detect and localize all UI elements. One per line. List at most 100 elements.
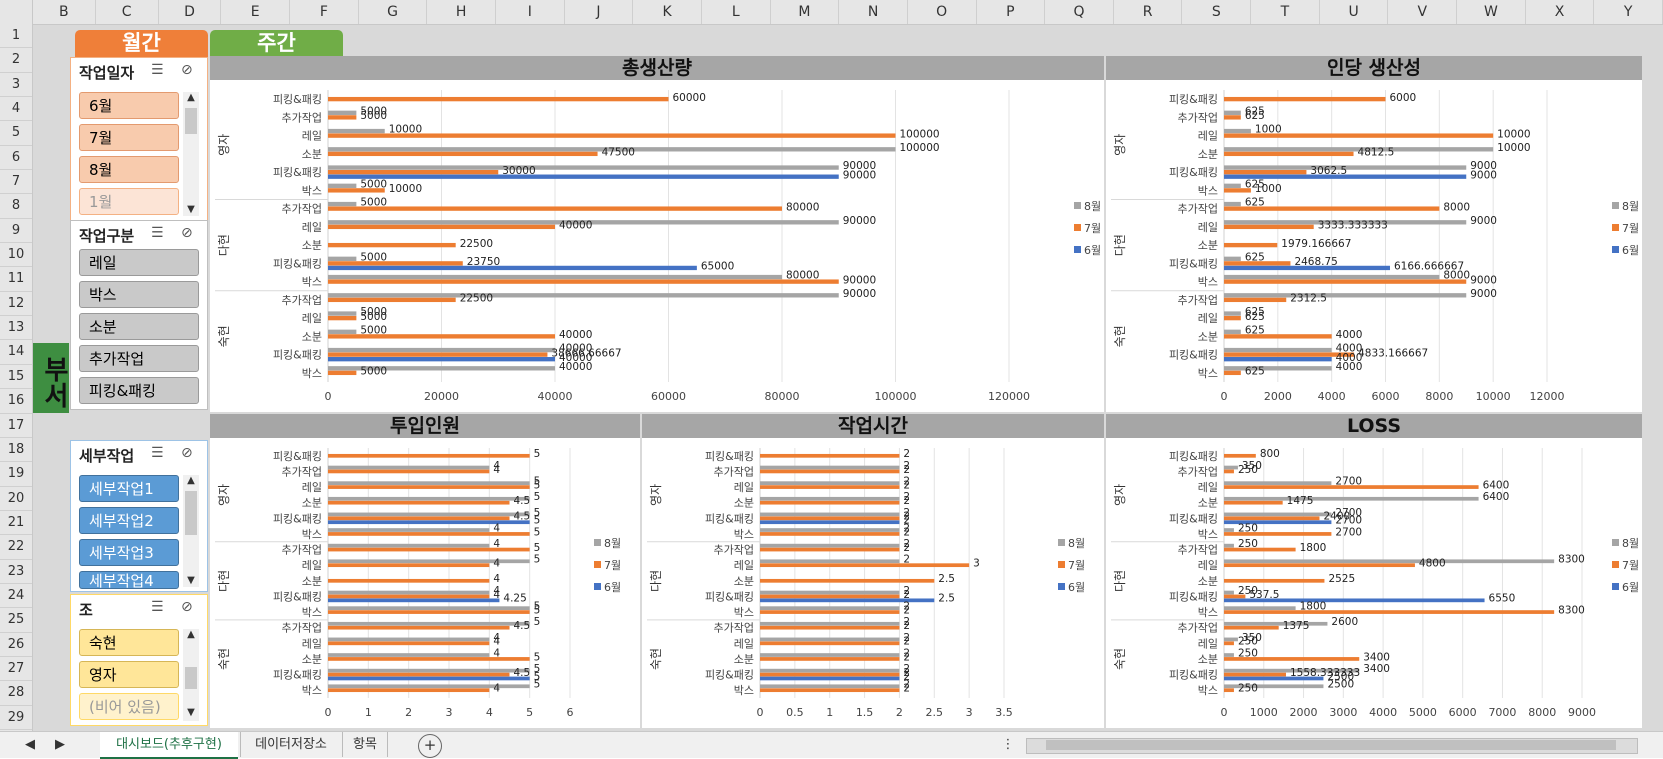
scroll-thumb[interactable]	[185, 491, 197, 535]
row-header-29[interactable]: 29	[0, 706, 32, 730]
chart-work-hours[interactable]: 작업시간 0 0.5 1 1.5 2 2.5 3 3.5 영자 피킹&패킹 2 추가작업 2 2 레일 2 2 소…	[642, 414, 1104, 728]
scroll-down-icon[interactable]: ▼	[183, 575, 199, 586]
scroll-up-icon[interactable]: ▲	[183, 92, 199, 103]
h-scroll-thumb[interactable]	[1046, 740, 1616, 750]
row-header-25[interactable]: 25	[0, 608, 32, 633]
more-icon[interactable]: ⋮	[1000, 732, 1016, 757]
row-header-21[interactable]: 21	[0, 511, 32, 536]
column-header-d[interactable]: D	[159, 0, 222, 24]
row-header-19[interactable]: 19	[0, 462, 32, 487]
column-header-t[interactable]: T	[1251, 0, 1320, 24]
slicer-item[interactable]: 영자	[79, 661, 179, 688]
clear-filter-icon[interactable]: ⊘	[181, 225, 193, 241]
column-header-w[interactable]: W	[1457, 0, 1526, 24]
row-header-9[interactable]: 9	[0, 219, 32, 244]
multiselect-icon[interactable]: ☰	[151, 445, 164, 461]
month-button[interactable]: 월간	[75, 30, 208, 57]
column-header-h[interactable]: H	[427, 0, 496, 24]
add-sheet-button[interactable]: +	[418, 734, 442, 758]
chart-staff[interactable]: 투입인원 0 1 2 3 4 5 6 영자 피킹&패킹 5 추가작업 4 4 레일 5 5 소분 5 4.5 피킹&패…	[210, 414, 640, 728]
row-header-6[interactable]: 6	[0, 146, 32, 171]
slicer-item[interactable]: (비어 있음)	[79, 693, 179, 720]
column-header-m[interactable]: M	[771, 0, 840, 24]
clear-filter-icon[interactable]: ⊘	[181, 445, 193, 461]
column-header-l[interactable]: L	[702, 0, 771, 24]
column-header-k[interactable]: K	[633, 0, 702, 24]
multiselect-icon[interactable]: ☰	[151, 599, 164, 615]
slicer-item[interactable]: 8월	[79, 156, 179, 183]
column-header-f[interactable]: F	[290, 0, 359, 24]
column-header-e[interactable]: E	[221, 0, 291, 24]
row-header-7[interactable]: 7	[0, 170, 32, 195]
column-header-u[interactable]: U	[1320, 0, 1389, 24]
scroll-up-icon[interactable]: ▲	[183, 629, 199, 640]
slicer-item[interactable]: 세부작업4	[79, 571, 179, 589]
row-header-14[interactable]: 14	[0, 340, 32, 365]
slicer-item[interactable]: 피킹&패킹	[79, 377, 199, 404]
multiselect-icon[interactable]: ☰	[151, 225, 164, 241]
slicer-item[interactable]: 7월	[79, 124, 179, 151]
row-header-16[interactable]: 16	[0, 389, 32, 414]
chart-loss[interactable]: LOSS 0 1000 2000 3000 4000 5000 6000 7000 8000 90…	[1106, 414, 1642, 728]
row-header-5[interactable]: 5	[0, 121, 32, 146]
scroll-thumb[interactable]	[185, 108, 197, 134]
row-header-11[interactable]: 11	[0, 267, 32, 292]
row-header-1[interactable]: 1	[0, 24, 32, 49]
tab-scroll-right-icon[interactable]: ▶	[50, 732, 70, 757]
row-header-24[interactable]: 24	[0, 584, 32, 609]
slicer-item[interactable]: 숙현	[79, 629, 179, 656]
row-header-20[interactable]: 20	[0, 487, 32, 511]
scroll-thumb[interactable]	[185, 667, 197, 689]
chart-total-output[interactable]: 총생산량 0 20000 40000 60000 80000 100000 120000 영자…	[210, 56, 1104, 412]
slicer-item[interactable]: 1월	[79, 188, 179, 215]
column-header-y[interactable]: Y	[1594, 0, 1663, 24]
tab-scroll-left-icon[interactable]: ◀	[20, 732, 40, 757]
column-header-b[interactable]: B	[33, 0, 96, 24]
row-header-23[interactable]: 23	[0, 560, 32, 584]
row-header-8[interactable]: 8	[0, 194, 32, 219]
select-all-corner[interactable]	[0, 0, 33, 25]
slicer-item[interactable]: 추가작업	[79, 345, 199, 372]
row-header-18[interactable]: 18	[0, 438, 32, 463]
column-header-g[interactable]: G	[359, 0, 428, 24]
scroll-down-icon[interactable]: ▼	[183, 707, 199, 718]
week-button[interactable]: 주간	[210, 30, 343, 57]
row-header-17[interactable]: 17	[0, 414, 32, 438]
slicer-item[interactable]: 박스	[79, 281, 199, 308]
column-header-p[interactable]: P	[977, 0, 1046, 24]
row-header-4[interactable]: 4	[0, 97, 32, 122]
row-header-15[interactable]: 15	[0, 365, 32, 390]
scroll-down-icon[interactable]: ▼	[183, 204, 199, 215]
row-header-27[interactable]: 27	[0, 657, 32, 682]
column-header-s[interactable]: S	[1182, 0, 1252, 24]
row-header-13[interactable]: 13	[0, 316, 32, 341]
slicer-item[interactable]: 소분	[79, 313, 199, 340]
scroll-up-icon[interactable]: ▲	[183, 475, 199, 486]
column-header-v[interactable]: V	[1388, 0, 1458, 24]
chart-per-person[interactable]: 인당 생산성 0 2000 4000 6000 8000 10000 12000 영자 피킹&패…	[1106, 56, 1642, 412]
slicer-item[interactable]: 세부작업3	[79, 539, 179, 566]
clear-filter-icon[interactable]: ⊘	[181, 599, 193, 615]
row-header-2[interactable]: 2	[0, 48, 32, 73]
tab-dashboard[interactable]: 대시보드(추후구현)	[100, 732, 238, 759]
column-header-q[interactable]: Q	[1045, 0, 1114, 24]
column-header-j[interactable]: J	[565, 0, 634, 24]
row-header-22[interactable]: 22	[0, 535, 32, 560]
slicer-item[interactable]: 레일	[79, 249, 199, 276]
tab-items[interactable]: 항목	[342, 732, 388, 757]
column-header-r[interactable]: R	[1114, 0, 1183, 24]
clear-filter-icon[interactable]: ⊘	[181, 62, 193, 78]
slicer-item[interactable]: 세부작업1	[79, 475, 179, 502]
column-header-i[interactable]: I	[496, 0, 565, 24]
column-header-n[interactable]: N	[839, 0, 908, 24]
row-header-3[interactable]: 3	[0, 73, 32, 98]
row-header-28[interactable]: 28	[0, 681, 32, 706]
column-header-c[interactable]: C	[96, 0, 159, 24]
slicer-item[interactable]: 6월	[79, 92, 179, 119]
column-header-o[interactable]: O	[908, 0, 977, 24]
row-header-12[interactable]: 12	[0, 292, 32, 317]
row-header-26[interactable]: 26	[0, 633, 32, 657]
column-header-x[interactable]: X	[1526, 0, 1595, 24]
tab-data-store[interactable]: 데이터저장소	[240, 732, 341, 757]
multiselect-icon[interactable]: ☰	[151, 62, 164, 78]
